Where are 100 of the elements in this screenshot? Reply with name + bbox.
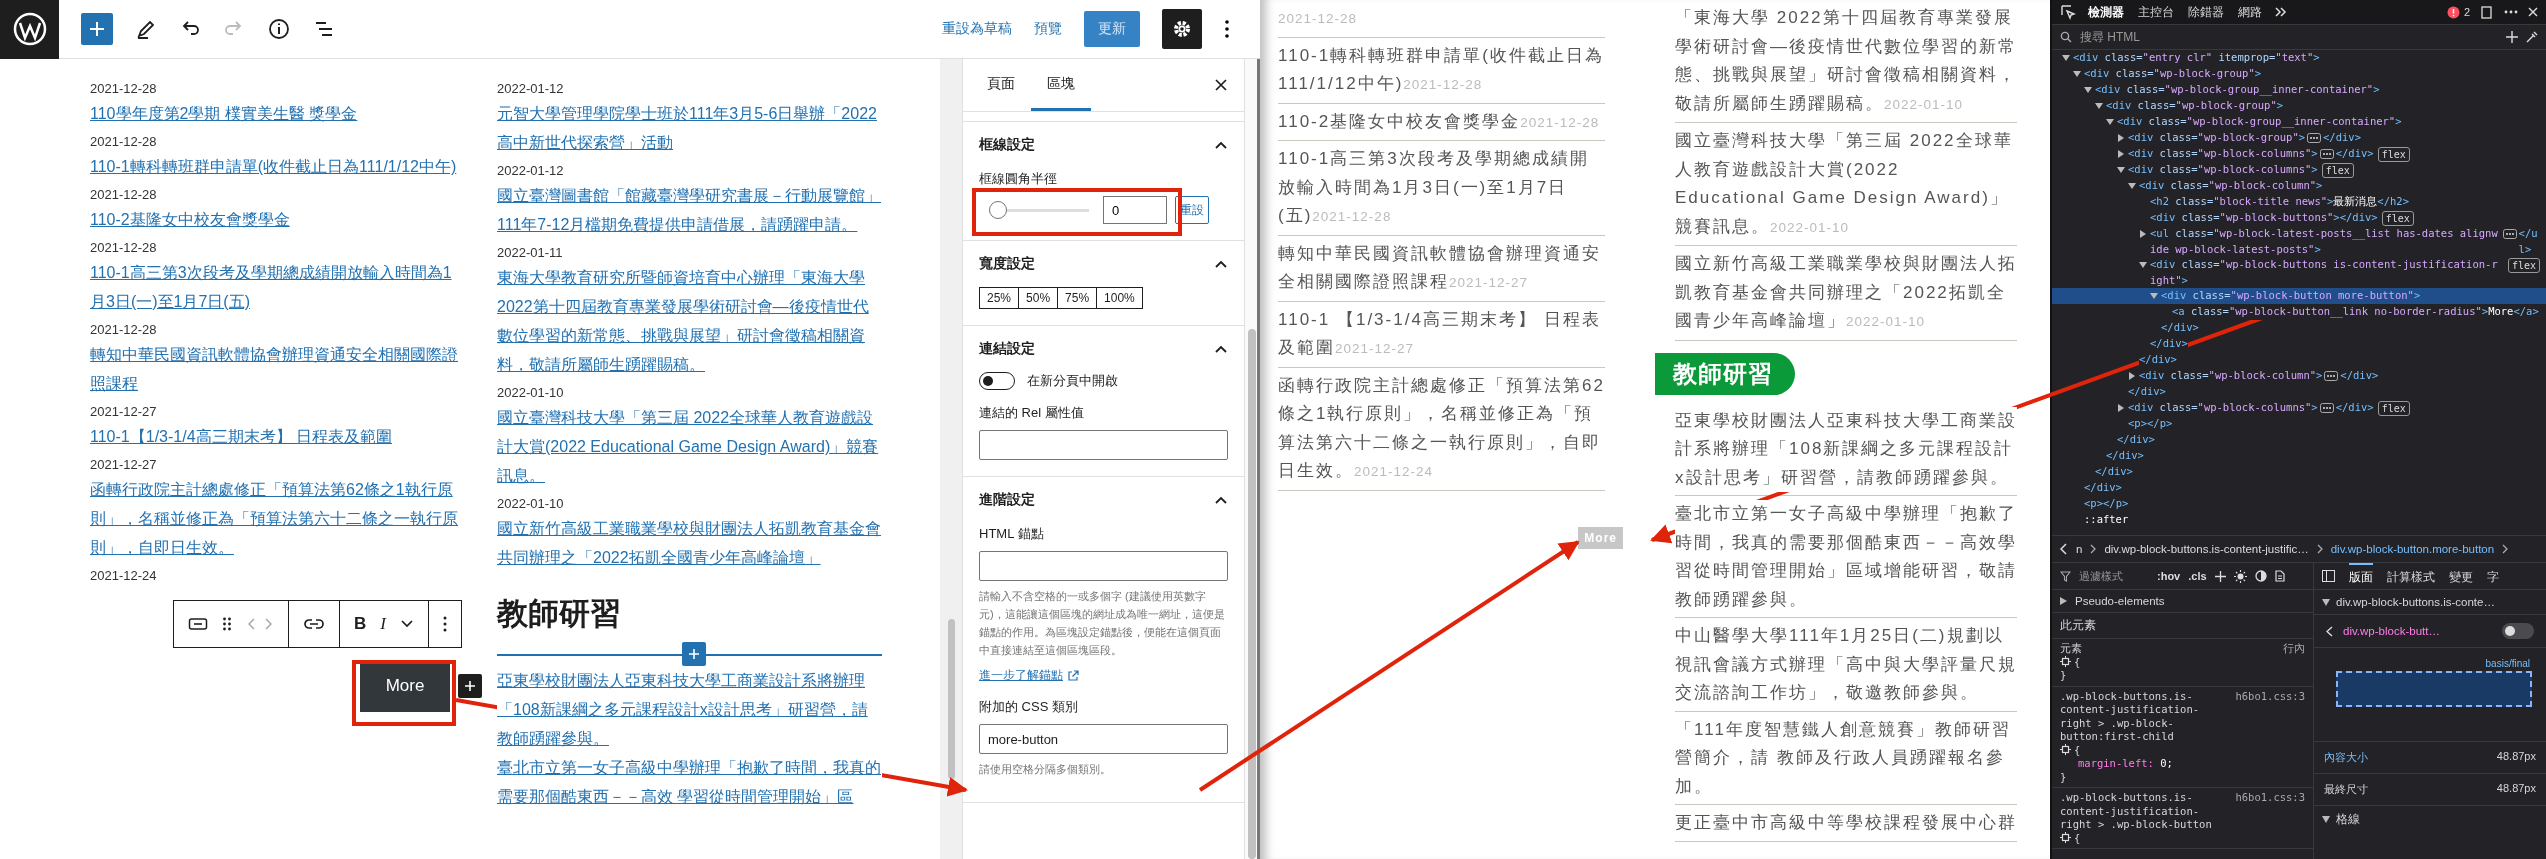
- expand-triangle-icon[interactable]: [2062, 54, 2070, 62]
- link-icon[interactable]: [303, 617, 326, 631]
- pick-element-icon[interactable]: [2060, 4, 2076, 20]
- node-highlight-icon[interactable]: [2060, 743, 2071, 755]
- toggle-switch[interactable]: [979, 372, 1015, 390]
- search-html-field[interactable]: 搜尋 HTML: [2080, 30, 2498, 44]
- width-option-button[interactable]: 50%: [1018, 287, 1059, 309]
- stylesheet-source-link[interactable]: h6bo1.css:3: [2235, 791, 2305, 845]
- layout-tab[interactable]: 版面: [2349, 563, 2373, 589]
- expand-triangle-icon[interactable]: [2117, 134, 2125, 142]
- pencil-icon[interactable]: [135, 18, 157, 40]
- flex-badge[interactable]: flex: [2321, 163, 2354, 178]
- scrollbar-thumb[interactable]: [948, 619, 955, 779]
- stylesheet-source-link[interactable]: 行內: [2283, 642, 2305, 669]
- expand-triangle-icon[interactable]: [2150, 292, 2158, 300]
- more-options-icon[interactable]: [1224, 18, 1230, 40]
- expand-triangle-icon[interactable]: [2095, 102, 2103, 110]
- insert-block-button[interactable]: [682, 642, 706, 666]
- wordpress-logo[interactable]: [0, 0, 59, 59]
- contrast-icon[interactable]: [2254, 570, 2267, 582]
- breadcrumb-item[interactable]: div.wp-block-buttons.is-content-justific…: [2104, 543, 2309, 555]
- width-option-button[interactable]: 100%: [1096, 287, 1143, 309]
- anchor-input-field[interactable]: [979, 551, 1228, 581]
- more-options-icon[interactable]: [2504, 10, 2518, 14]
- collapsed-ellipsis-icon[interactable]: [2307, 133, 2322, 143]
- node-highlight-icon[interactable]: [2060, 831, 2071, 843]
- expand-triangle-icon[interactable]: [2139, 230, 2147, 238]
- layout-tab[interactable]: 變更: [2449, 563, 2473, 589]
- document-icon[interactable]: [2274, 570, 2285, 582]
- expand-triangle-icon[interactable]: [2073, 70, 2081, 78]
- news-item[interactable]: 亞東學校財團法人亞東科技大學工商業設計系將辦理「108新課綱之多元課程設計x設計思考」研習營，請教師踴躍參與。: [1675, 406, 2017, 492]
- toggle-switch[interactable]: [2502, 623, 2534, 639]
- responsive-design-icon[interactable]: [2480, 5, 2494, 19]
- preview-link[interactable]: 預覽: [1034, 20, 1062, 38]
- close-icon[interactable]: [1214, 78, 1228, 92]
- css-declaration[interactable]: margin-left: 0;: [2060, 757, 2305, 771]
- block-appender-button[interactable]: [458, 674, 482, 698]
- breadcrumb-item[interactable]: div.wp-block-button.more-button: [2330, 543, 2495, 555]
- italic-button[interactable]: I: [380, 614, 386, 634]
- chevron-left-icon[interactable]: [2060, 543, 2068, 555]
- width-option-button[interactable]: 25%: [979, 287, 1020, 309]
- plus-icon[interactable]: [2506, 31, 2518, 43]
- drag-handle-icon[interactable]: [222, 616, 233, 632]
- expand-triangle-icon[interactable]: [2128, 182, 2136, 190]
- expand-triangle-icon[interactable]: [2139, 261, 2147, 269]
- error-icon[interactable]: [2446, 5, 2460, 19]
- info-icon[interactable]: [267, 17, 291, 41]
- breadcrumb-item[interactable]: n: [2076, 543, 2083, 555]
- flex-badge[interactable]: flex: [2507, 258, 2540, 273]
- chevron-left-icon[interactable]: [2326, 625, 2333, 637]
- flex-badge[interactable]: flex: [2377, 147, 2410, 162]
- settings-button[interactable]: [1162, 9, 1202, 49]
- chevron-icon[interactable]: [1214, 140, 1228, 150]
- width-option-button[interactable]: 75%: [1057, 287, 1098, 309]
- layout-tab[interactable]: 計算樣式: [2387, 563, 2435, 589]
- sidebar-toggle-icon[interactable]: [2322, 570, 2335, 582]
- devtools-tab[interactable]: 檢測器: [2086, 0, 2126, 24]
- learn-more-link[interactable]: 進一步了解錨點: [979, 667, 1063, 684]
- eyedropper-icon[interactable]: [2526, 31, 2538, 43]
- node-highlight-icon[interactable]: [2060, 655, 2071, 667]
- expand-triangle-icon[interactable]: [2322, 598, 2330, 606]
- expand-triangle-icon[interactable]: [2117, 404, 2125, 412]
- plus-icon[interactable]: [2214, 570, 2226, 582]
- overflow-chevron-icon[interactable]: [2274, 6, 2288, 18]
- flex-item-selector[interactable]: div.wp-block-butt…: [2343, 625, 2492, 637]
- collapse-triangle-icon[interactable]: [2060, 597, 2067, 605]
- hover-state-button[interactable]: :hov: [2157, 570, 2181, 582]
- layout-tab[interactable]: 字: [2487, 563, 2499, 589]
- collapsed-ellipsis-icon[interactable]: [2502, 229, 2517, 239]
- collapsed-ellipsis-icon[interactable]: [2319, 403, 2334, 413]
- scrollbar-thumb[interactable]: [1248, 329, 1256, 859]
- expand-triangle-icon[interactable]: [2106, 118, 2114, 126]
- devtools-tab[interactable]: 網路: [2236, 0, 2264, 24]
- collapsed-ellipsis-icon[interactable]: [2324, 371, 2339, 381]
- sun-icon[interactable]: [2233, 569, 2247, 583]
- collapsed-ellipsis-icon[interactable]: [2319, 149, 2334, 159]
- classes-button[interactable]: .cls: [2188, 570, 2207, 582]
- filter-styles-field[interactable]: 過濾樣式: [2079, 570, 2149, 582]
- rel-input-field[interactable]: [979, 430, 1228, 460]
- chevron-icon[interactable]: [1214, 495, 1228, 505]
- expand-triangle-icon[interactable]: [2084, 86, 2092, 94]
- devtools-tab[interactable]: 除錯器: [2186, 0, 2226, 24]
- expand-triangle-icon[interactable]: [2322, 816, 2330, 823]
- radius-input[interactable]: 0: [1103, 196, 1167, 224]
- css-class-input-field[interactable]: more-button: [979, 724, 1228, 754]
- chevron-down-icon[interactable]: [400, 619, 414, 629]
- switch-to-draft-link[interactable]: 重設為草稿: [942, 20, 1012, 38]
- chevron-icon[interactable]: [1214, 344, 1228, 354]
- expand-triangle-icon[interactable]: [2117, 166, 2125, 174]
- button-block-icon[interactable]: [188, 617, 209, 631]
- chevron-icon[interactable]: [1214, 259, 1228, 269]
- flex-badge[interactable]: flex: [2377, 401, 2410, 416]
- sidebar-tab[interactable]: 頁面: [971, 59, 1031, 111]
- stylesheet-source-link[interactable]: h6bo1.css:3: [2235, 689, 2305, 757]
- pseudo-elements-label[interactable]: Pseudo-elements: [2075, 595, 2165, 607]
- more-options-icon[interactable]: [443, 616, 447, 632]
- sidebar-tab[interactable]: 區塊: [1031, 59, 1091, 111]
- bold-button[interactable]: B: [354, 614, 367, 634]
- expand-triangle-icon[interactable]: [2117, 150, 2125, 158]
- devtools-tab[interactable]: 主控台: [2136, 0, 2176, 24]
